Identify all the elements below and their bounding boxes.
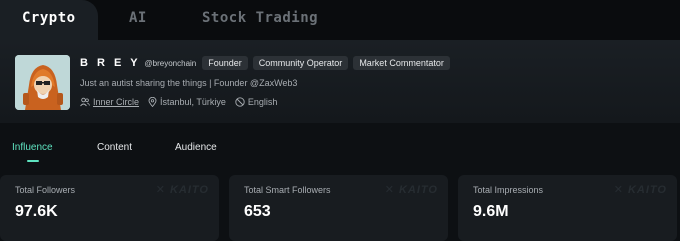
stat-card-impressions: ✕ KAITO Total Impressions 9.6M: [458, 175, 677, 241]
users-icon: [80, 97, 90, 107]
badge-market-commentator: Market Commentator: [353, 56, 450, 70]
language-text: English: [247, 97, 278, 107]
stat-value: 9.6M: [473, 203, 509, 220]
stat-label: Total Smart Followers: [244, 185, 331, 195]
active-subtab-indicator: [27, 160, 39, 162]
inner-circle-link[interactable]: Inner Circle: [93, 97, 139, 107]
stat-card-followers: ✕ KAITO Total Followers 97.6K: [0, 175, 219, 241]
language-icon: [235, 97, 245, 107]
location-text: İstanbul, Türkiye: [160, 97, 226, 107]
subtab-audience[interactable]: Audience: [175, 142, 217, 153]
subtab-content[interactable]: Content: [97, 142, 132, 153]
subtab-influence[interactable]: Influence: [12, 142, 53, 153]
location-pin-icon: [148, 97, 157, 107]
stat-value: 653: [244, 203, 271, 220]
tab-ai[interactable]: AI: [129, 10, 147, 30]
user-handle[interactable]: @breyonchain: [145, 59, 197, 68]
stat-label: Total Impressions: [473, 185, 544, 195]
kaito-watermark: ✕ KAITO: [613, 184, 667, 196]
group-item: Inner Circle: [80, 97, 139, 107]
location-item: İstanbul, Türkiye: [148, 97, 226, 107]
kaito-watermark: ✕ KAITO: [384, 184, 438, 196]
name-row: B R E Y @breyonchain Founder Community O…: [80, 56, 455, 70]
tab-stock-trading[interactable]: Stock Trading: [202, 10, 318, 30]
profile-panel: B R E Y @breyonchain Founder Community O…: [0, 40, 680, 123]
stat-card-smart-followers: ✕ KAITO Total Smart Followers 653: [229, 175, 448, 241]
kaito-watermark: ✕ KAITO: [155, 184, 209, 196]
language-item: English: [235, 97, 278, 107]
top-tab-bar: Crypto AI Stock Trading: [0, 0, 680, 40]
display-name: B R E Y: [80, 57, 141, 69]
stat-label: Total Followers: [15, 185, 76, 195]
stat-value: 97.6K: [15, 203, 58, 220]
avatar: [15, 55, 70, 110]
profile-bio: Just an autist sharing the things | Foun…: [80, 78, 298, 88]
profile-meta: Inner Circle İstanbul, Türkiye English: [80, 97, 286, 107]
badge-community-operator: Community Operator: [252, 56, 349, 70]
tab-crypto[interactable]: Crypto: [22, 10, 76, 30]
badge-founder: Founder: [202, 56, 248, 70]
